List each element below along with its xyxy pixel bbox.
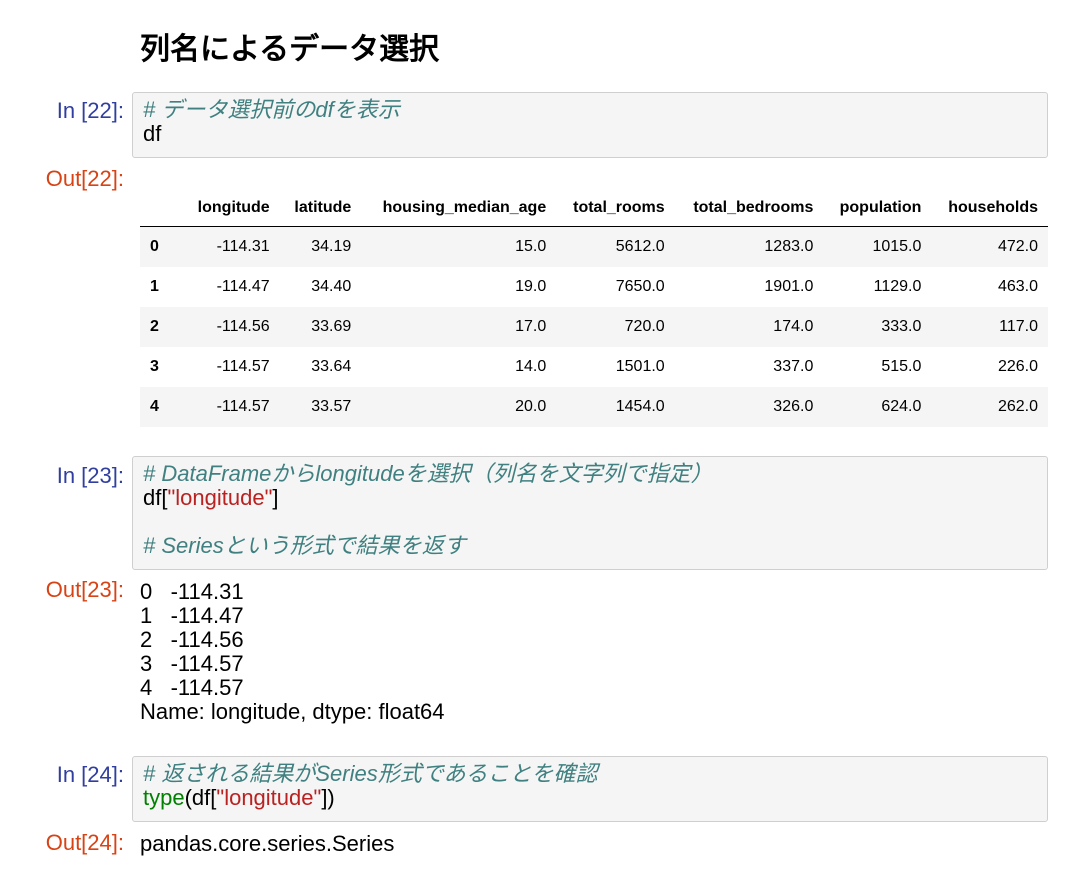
output-line: pandas.core.series.Series [140,831,395,856]
table-cell: 7650.0 [615,277,665,295]
output-line: 0 -114.31 [140,579,244,604]
out-prompt-24: Out[24]: [45,830,124,855]
output-line: 2 -114.56 [140,627,244,652]
builtin-function: type [143,785,185,810]
table-cell: 20.0 [515,397,547,415]
table-row: 3 -114.57 33.64 14.0 1501.0 337.0 515.0 … [140,347,1048,387]
column-header: housing_median_age [361,190,557,227]
code-cell-24[interactable]: # 返される結果がSeries形式であることを確認 type(df["longi… [132,756,1048,822]
row-index: 1 [150,277,159,295]
table-cell: -114.57 [216,357,270,375]
output-line: 3 -114.57 [140,651,244,676]
in-prompt-22: In [22]: [56,98,124,123]
table-cell: 1454.0 [615,397,665,415]
table-cell: 19.0 [515,277,547,295]
column-header: households [931,190,1048,227]
table-cell: 1501.0 [615,357,665,375]
code-comment: # データ選択前のdfを表示 [143,97,400,122]
column-header: total_rooms [556,190,675,227]
code-text: ]) [321,785,335,810]
index-header [140,190,182,227]
table-row: 0 -114.31 34.19 15.0 5612.0 1283.0 1015.… [140,226,1048,267]
table-cell: -114.56 [216,317,270,335]
table-row: 4 -114.57 33.57 20.0 1454.0 326.0 624.0 … [140,386,1048,427]
table-cell: 17.0 [515,317,547,335]
code-text: df[ [143,485,168,510]
table-cell: 14.0 [515,357,547,375]
output-line: Name: longitude, dtype: float64 [140,699,445,724]
code-text: df["longitude"] [143,486,1037,510]
code-text: type(df["longitude"]) [143,786,1037,810]
code-comment: # DataFrameからlongitudeを選択（列名を文字列で指定） [143,461,713,486]
row-index: 4 [150,397,159,415]
column-header: longitude [182,190,280,227]
table-cell: -114.57 [216,397,270,415]
code-comment: # Seriesという形式で結果を返す [143,533,466,558]
table-cell: 1901.0 [764,277,814,295]
code-comment: # 返される結果がSeries形式であることを確認 [143,761,598,786]
table-cell: 333.0 [881,317,922,335]
out-prompt-23: Out[23]: [45,577,124,602]
in-prompt-23: In [23]: [56,463,124,488]
table-cell: 624.0 [881,397,922,415]
dataframe-table: longitude latitude housing_median_age to… [140,190,1048,427]
code-text: (df[ [184,785,217,810]
code-text: ] [272,485,279,510]
table-cell: 463.0 [997,277,1038,295]
code-cell-22[interactable]: # データ選択前のdfを表示 df [132,92,1048,158]
table-cell: 326.0 [773,397,814,415]
table-cell: 174.0 [773,317,814,335]
output-text-24: pandas.core.series.Series [140,832,394,856]
output-text-23: 0 -114.31 1 -114.47 2 -114.56 3 -114.57 … [140,580,445,724]
code-cell-23[interactable]: # DataFrameからlongitudeを選択（列名を文字列で指定） df[… [132,456,1048,570]
string-literal: "longitude" [167,485,273,510]
column-header: total_bedrooms [674,190,824,227]
table-cell: 720.0 [624,317,665,335]
string-literal: "longitude" [216,785,322,810]
table-row: 1 -114.47 34.40 19.0 7650.0 1901.0 1129.… [140,267,1048,307]
column-header: latitude [279,190,362,227]
in-prompt-24: In [24]: [56,762,124,787]
table-cell: 1283.0 [764,237,814,255]
out-prompt-22: Out[22]: [45,166,124,191]
row-index: 3 [150,357,159,375]
table-cell: -114.31 [216,237,270,255]
table-cell: 337.0 [773,357,814,375]
table-cell: 34.40 [311,277,352,295]
table-cell: 472.0 [997,237,1038,255]
output-line: 1 -114.47 [140,603,244,628]
table-header-row: longitude latitude housing_median_age to… [140,190,1048,227]
table-cell: 262.0 [997,397,1038,415]
table-cell: 515.0 [881,357,922,375]
table-row: 2 -114.56 33.69 17.0 720.0 174.0 333.0 1… [140,306,1048,347]
table-cell: 1015.0 [872,237,922,255]
table-cell: 33.57 [311,397,352,415]
table-cell: 33.69 [311,317,352,335]
section-heading: 列名によるデータ選択 [140,33,440,66]
table-cell: 226.0 [997,357,1038,375]
table-cell: 5612.0 [615,237,665,255]
table-cell: 33.64 [311,357,352,375]
table-cell: 117.0 [999,317,1038,335]
row-index: 0 [150,237,159,255]
table-cell: 15.0 [515,237,547,255]
code-text: df [143,121,162,146]
table-cell: -114.47 [216,277,270,295]
column-header: population [823,190,932,227]
row-index: 2 [150,317,159,335]
table-cell: 34.19 [311,237,352,255]
output-line: 4 -114.57 [140,675,244,700]
table-cell: 1129.0 [873,277,922,295]
